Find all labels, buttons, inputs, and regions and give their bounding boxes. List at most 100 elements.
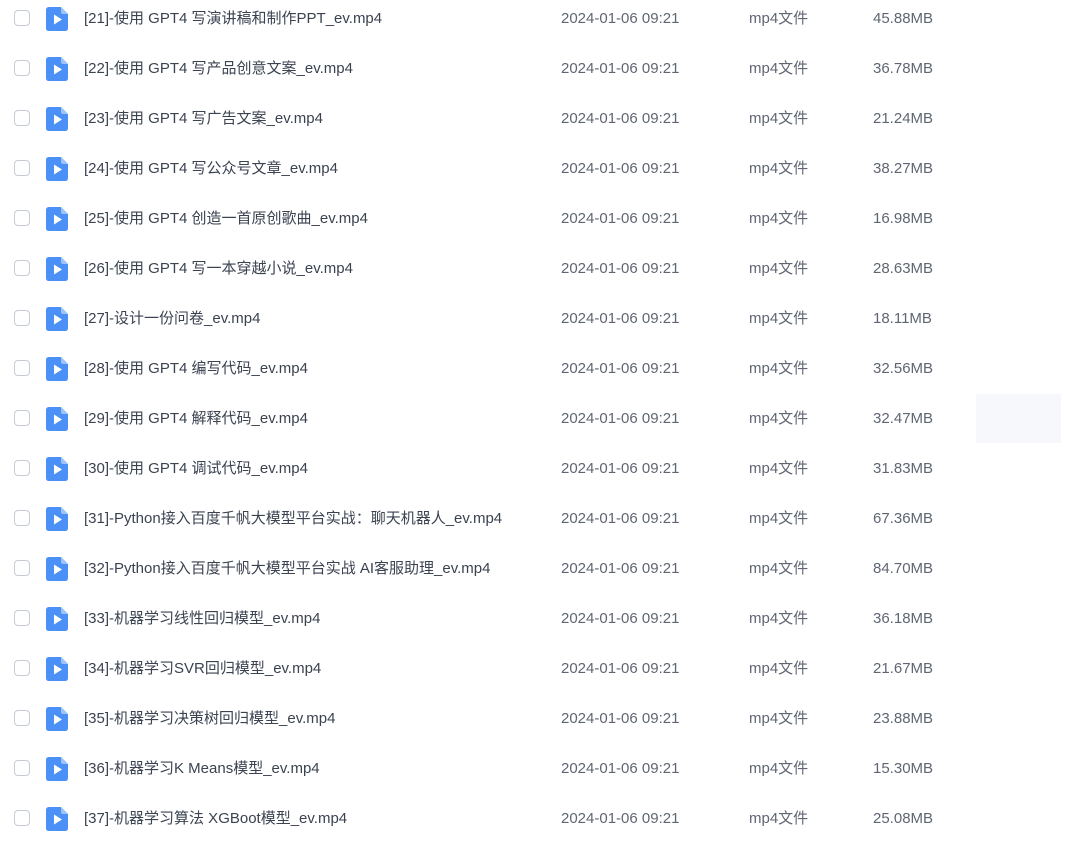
- file-date: 2024-01-06 09:21: [561, 560, 680, 577]
- video-file-icon: [46, 757, 70, 781]
- row-checkbox[interactable]: [14, 760, 30, 776]
- file-name[interactable]: [32]-Python接入百度千帆大模型平台实战 AI客服助理_ev.mp4: [84, 551, 490, 587]
- video-file-icon: [46, 307, 70, 331]
- file-row[interactable]: [22]-使用 GPT4 写产品创意文案_ev.mp4 2024-01-06 0…: [0, 51, 1065, 101]
- row-checkbox[interactable]: [14, 360, 30, 376]
- file-date: 2024-01-06 09:21: [561, 110, 680, 127]
- file-date: 2024-01-06 09:21: [561, 710, 680, 727]
- file-size: 36.78MB: [873, 60, 934, 77]
- file-type: mp4文件: [749, 760, 809, 777]
- row-checkbox[interactable]: [14, 210, 30, 226]
- file-size: 28.63MB: [873, 260, 934, 277]
- file-row[interactable]: [26]-使用 GPT4 写一本穿越小说_ev.mp4 2024-01-06 0…: [0, 251, 1065, 301]
- row-checkbox[interactable]: [14, 710, 30, 726]
- video-file-icon: [46, 607, 70, 631]
- file-name[interactable]: [29]-使用 GPT4 解释代码_ev.mp4: [84, 401, 308, 437]
- file-date: 2024-01-06 09:21: [561, 210, 680, 227]
- file-date: 2024-01-06 09:21: [561, 360, 680, 377]
- file-row[interactable]: [37]-机器学习算法 XGBoot模型_ev.mp4 2024-01-06 0…: [0, 801, 1065, 851]
- row-checkbox[interactable]: [14, 560, 30, 576]
- row-checkbox[interactable]: [14, 660, 30, 676]
- file-row[interactable]: [27]-设计一份问卷_ev.mp4 2024-01-06 09:21 mp4文…: [0, 301, 1065, 351]
- file-type: mp4文件: [749, 210, 809, 227]
- file-name[interactable]: [21]-使用 GPT4 写演讲稿和制作PPT_ev.mp4: [84, 1, 382, 37]
- row-checkbox[interactable]: [14, 310, 30, 326]
- row-checkbox[interactable]: [14, 60, 30, 76]
- row-checkbox[interactable]: [14, 410, 30, 426]
- file-date: 2024-01-06 09:21: [561, 810, 680, 827]
- file-name[interactable]: [23]-使用 GPT4 写广告文案_ev.mp4: [84, 101, 323, 137]
- file-type: mp4文件: [749, 710, 809, 727]
- file-size: 21.67MB: [873, 660, 934, 677]
- file-type: mp4文件: [749, 660, 809, 677]
- file-name[interactable]: [33]-机器学习线性回归模型_ev.mp4: [84, 601, 320, 637]
- file-row[interactable]: [21]-使用 GPT4 写演讲稿和制作PPT_ev.mp4 2024-01-0…: [0, 1, 1065, 51]
- file-name[interactable]: [28]-使用 GPT4 编写代码_ev.mp4: [84, 351, 308, 387]
- video-file-icon: [46, 457, 70, 481]
- file-type: mp4文件: [749, 10, 809, 27]
- file-type: mp4文件: [749, 610, 809, 627]
- file-size: 32.47MB: [873, 410, 934, 427]
- file-size: 45.88MB: [873, 10, 934, 27]
- file-date: 2024-01-06 09:21: [561, 660, 680, 677]
- file-size: 15.30MB: [873, 760, 934, 777]
- file-date: 2024-01-06 09:21: [561, 410, 680, 427]
- file-size: 32.56MB: [873, 360, 934, 377]
- video-file-icon: [46, 107, 70, 131]
- file-row[interactable]: [31]-Python接入百度千帆大模型平台实战：聊天机器人_ev.mp4 20…: [0, 501, 1065, 551]
- file-size: 84.70MB: [873, 560, 934, 577]
- file-name[interactable]: [34]-机器学习SVR回归模型_ev.mp4: [84, 651, 321, 687]
- video-file-icon: [46, 257, 70, 281]
- file-type: mp4文件: [749, 260, 809, 277]
- file-size: 67.36MB: [873, 510, 934, 527]
- file-name[interactable]: [31]-Python接入百度千帆大模型平台实战：聊天机器人_ev.mp4: [84, 501, 502, 537]
- row-checkbox[interactable]: [14, 610, 30, 626]
- file-size: 38.27MB: [873, 160, 934, 177]
- file-size: 31.83MB: [873, 460, 934, 477]
- file-type: mp4文件: [749, 360, 809, 377]
- file-name[interactable]: [30]-使用 GPT4 调试代码_ev.mp4: [84, 451, 308, 487]
- file-name[interactable]: [37]-机器学习算法 XGBoot模型_ev.mp4: [84, 801, 347, 837]
- file-date: 2024-01-06 09:21: [561, 160, 680, 177]
- file-row[interactable]: [34]-机器学习SVR回归模型_ev.mp4 2024-01-06 09:21…: [0, 651, 1065, 701]
- row-checkbox[interactable]: [14, 510, 30, 526]
- file-name[interactable]: [25]-使用 GPT4 创造一首原创歌曲_ev.mp4: [84, 201, 368, 237]
- file-type: mp4文件: [749, 810, 809, 827]
- video-file-icon: [46, 707, 70, 731]
- file-size: 21.24MB: [873, 110, 934, 127]
- file-row[interactable]: [30]-使用 GPT4 调试代码_ev.mp4 2024-01-06 09:2…: [0, 451, 1065, 501]
- video-file-icon: [46, 557, 70, 581]
- file-row[interactable]: [32]-Python接入百度千帆大模型平台实战 AI客服助理_ev.mp4 2…: [0, 551, 1065, 601]
- file-date: 2024-01-06 09:21: [561, 310, 680, 327]
- row-checkbox[interactable]: [14, 110, 30, 126]
- row-checkbox[interactable]: [14, 260, 30, 276]
- file-name[interactable]: [27]-设计一份问卷_ev.mp4: [84, 301, 260, 337]
- video-file-icon: [46, 507, 70, 531]
- file-row[interactable]: [28]-使用 GPT4 编写代码_ev.mp4 2024-01-06 09:2…: [0, 351, 1065, 401]
- file-row[interactable]: [29]-使用 GPT4 解释代码_ev.mp4 2024-01-06 09:2…: [0, 401, 1065, 451]
- file-size: 23.88MB: [873, 710, 934, 727]
- file-name[interactable]: [24]-使用 GPT4 写公众号文章_ev.mp4: [84, 151, 338, 187]
- file-name[interactable]: [35]-机器学习决策树回归模型_ev.mp4: [84, 701, 335, 737]
- file-name[interactable]: [26]-使用 GPT4 写一本穿越小说_ev.mp4: [84, 251, 353, 287]
- file-row[interactable]: [33]-机器学习线性回归模型_ev.mp4 2024-01-06 09:21 …: [0, 601, 1065, 651]
- file-row[interactable]: [36]-机器学习K Means模型_ev.mp4 2024-01-06 09:…: [0, 751, 1065, 801]
- row-checkbox[interactable]: [14, 460, 30, 476]
- file-type: mp4文件: [749, 310, 809, 327]
- row-checkbox[interactable]: [14, 810, 30, 826]
- file-row[interactable]: [25]-使用 GPT4 创造一首原创歌曲_ev.mp4 2024-01-06 …: [0, 201, 1065, 251]
- file-size: 25.08MB: [873, 810, 934, 827]
- file-type: mp4文件: [749, 460, 809, 477]
- file-type: mp4文件: [749, 110, 809, 127]
- video-file-icon: [46, 57, 70, 81]
- file-date: 2024-01-06 09:21: [561, 260, 680, 277]
- file-row[interactable]: [23]-使用 GPT4 写广告文案_ev.mp4 2024-01-06 09:…: [0, 101, 1065, 151]
- file-date: 2024-01-06 09:21: [561, 760, 680, 777]
- file-name[interactable]: [36]-机器学习K Means模型_ev.mp4: [84, 751, 320, 787]
- row-checkbox[interactable]: [14, 10, 30, 26]
- file-row[interactable]: [35]-机器学习决策树回归模型_ev.mp4 2024-01-06 09:21…: [0, 701, 1065, 751]
- file-row[interactable]: [24]-使用 GPT4 写公众号文章_ev.mp4 2024-01-06 09…: [0, 151, 1065, 201]
- row-checkbox[interactable]: [14, 160, 30, 176]
- file-name[interactable]: [22]-使用 GPT4 写产品创意文案_ev.mp4: [84, 51, 353, 87]
- video-file-icon: [46, 657, 70, 681]
